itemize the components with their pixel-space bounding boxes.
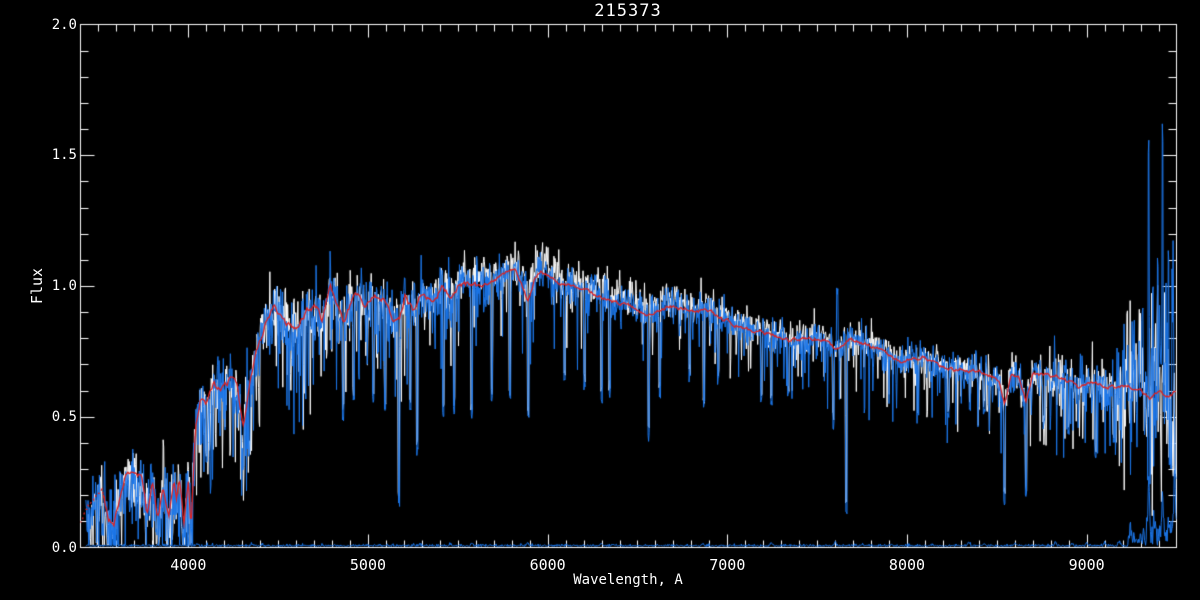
- x-tick-label: 7000: [709, 556, 746, 574]
- y-tick-label: 0.5: [51, 408, 77, 425]
- x-tick-label: 4000: [170, 556, 207, 574]
- y-tick-label: 1.5: [51, 147, 77, 164]
- x-tick-label: 5000: [349, 556, 387, 574]
- x-tick-label: 8000: [888, 556, 926, 574]
- y-tick-label: 0.0: [51, 539, 77, 556]
- y-axis-label: Flux: [28, 267, 46, 305]
- spectrum-plot-window: 215373 Wavelength, A Flux 4000 5000 6000 70…: [0, 0, 1200, 600]
- y-tick-label: 2.0: [51, 16, 77, 33]
- y-tick-label: 1.0: [51, 278, 77, 294]
- x-axis-label: Wavelength, A: [573, 572, 683, 588]
- spectrum-canvas: [0, 0, 1200, 600]
- x-tick-label: 6000: [529, 556, 566, 574]
- plot-title: 215373: [594, 1, 662, 21]
- x-tick-label: 9000: [1068, 556, 1105, 574]
